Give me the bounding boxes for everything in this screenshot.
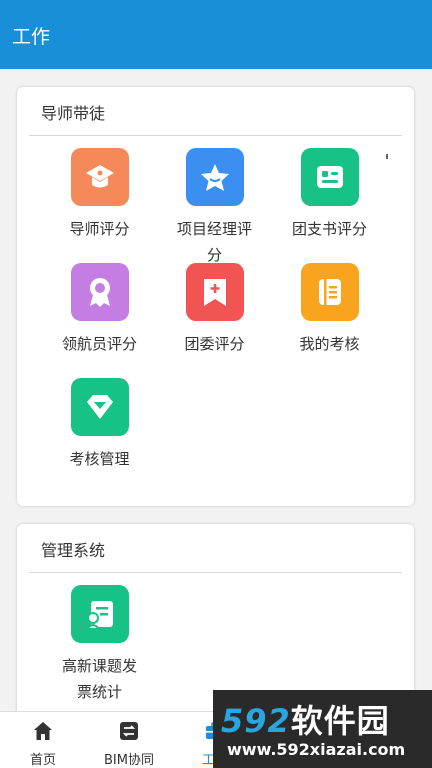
nav-label: BIM协同 — [104, 753, 154, 768]
nav-label: 首页 — [29, 753, 56, 768]
star-icon — [185, 148, 244, 206]
certificate-icon — [70, 585, 129, 643]
tile-label: 团支书评分 — [291, 220, 367, 238]
section-card-mentorship: 导师带徒 导师评分 项目经理评分 团支书评分 领航员评分 团委评分 我的考核 考… — [17, 87, 414, 506]
divider — [29, 572, 402, 573]
graduation-cap-icon — [70, 148, 129, 206]
tile-league-committee-rating[interactable]: 团委评分 — [157, 263, 272, 357]
app-bar: 工作 — [0, 0, 432, 69]
badge-icon — [70, 263, 129, 321]
tile-navigator-rating[interactable]: 领航员评分 — [42, 263, 157, 357]
id-card-icon — [300, 148, 359, 206]
watermark-logo: 592软件园 — [221, 696, 390, 742]
nav-item-bim[interactable]: BIM协同 — [86, 712, 172, 768]
page-title: 工作 — [12, 26, 51, 48]
tile-label: 我的考核 — [299, 335, 360, 353]
home-icon — [34, 722, 52, 740]
diamond-icon — [70, 378, 129, 436]
tile-label: 领航员评分 — [61, 335, 137, 353]
tile-label: 团委评分 — [184, 335, 245, 353]
tile-my-assessment[interactable]: 我的考核 — [272, 263, 387, 357]
watermark-url: www.592xiazai.com — [227, 740, 406, 759]
watermark-logo-text: 软件园 — [290, 702, 390, 740]
nav-item-home[interactable]: 首页 — [0, 712, 86, 768]
tile-label: 项目经理评分 — [176, 220, 252, 264]
notebook-icon — [300, 263, 359, 321]
section-title: 导师带徒 — [41, 104, 106, 123]
tile-label: 导师评分 — [69, 220, 130, 238]
sync-icon — [120, 722, 138, 740]
tile-label: 考核管理 — [69, 450, 130, 468]
section-title: 管理系统 — [41, 541, 106, 560]
tile-league-secretary-rating[interactable]: 团支书评分 — [272, 148, 387, 242]
tile-pm-rating[interactable]: 项目经理评分 — [157, 148, 272, 268]
tile-invoice-statistics[interactable]: 高新课题发票统计 — [42, 585, 157, 705]
bookmark-icon — [185, 263, 244, 321]
watermark-overlay: 592软件园 www.592xiazai.com — [213, 690, 432, 768]
tile-assessment-management[interactable]: 考核管理 — [42, 378, 157, 472]
divider — [29, 135, 402, 136]
watermark-logo-number: 592 — [221, 702, 291, 740]
tile-mentor-rating[interactable]: 导师评分 — [42, 148, 157, 242]
tile-label: 高新课题发票统计 — [61, 657, 137, 701]
